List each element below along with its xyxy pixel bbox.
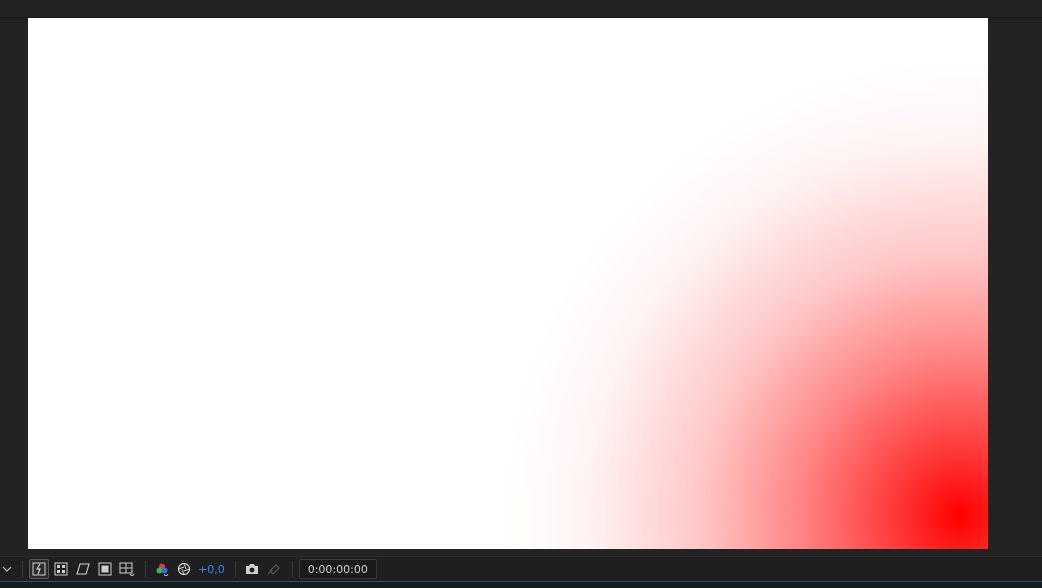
reset-exposure-button[interactable] — [174, 559, 194, 579]
current-time-text: 0:00:00:00 — [307, 562, 368, 576]
show-channel-button[interactable] — [152, 559, 172, 579]
radial-gradient-layer — [28, 18, 988, 549]
snapshot-camera-icon — [245, 564, 258, 574]
composition-viewer[interactable] — [0, 0, 1042, 556]
toolbar-separator — [145, 561, 146, 577]
show-snapshot-icon — [267, 564, 280, 575]
show-channel-icon — [156, 563, 169, 576]
composition-frame[interactable] — [28, 18, 988, 549]
reset-exposure-icon — [177, 562, 191, 576]
toolbar-separator — [22, 561, 23, 577]
exposure-value[interactable]: +0,0 — [198, 563, 225, 576]
fast-previews-icon — [32, 562, 46, 576]
mask-path-visibility-button[interactable] — [73, 559, 93, 579]
grid-guides-icon — [119, 562, 135, 576]
mask-path-visibility-icon — [76, 563, 90, 575]
region-of-interest-button[interactable] — [95, 559, 115, 579]
fast-previews-button[interactable] — [29, 559, 49, 579]
viewer-top-edge — [0, 0, 1042, 18]
toolbar-separator — [291, 561, 293, 577]
toolbar-separator — [234, 561, 236, 577]
magnification-dropdown[interactable] — [0, 559, 14, 579]
transparency-grid-button[interactable] — [51, 559, 71, 579]
region-of-interest-icon — [98, 562, 112, 576]
show-snapshot-button[interactable] — [264, 559, 284, 579]
transparency-grid-icon — [54, 562, 68, 576]
grid-guides-button[interactable] — [117, 559, 137, 579]
chevron-down-icon — [2, 566, 12, 572]
current-time-display[interactable]: 0:00:00:00 — [298, 559, 377, 579]
viewer-toolbar: +0,0 0:00:00:00 — [0, 556, 1042, 581]
take-snapshot-button[interactable] — [242, 559, 262, 579]
